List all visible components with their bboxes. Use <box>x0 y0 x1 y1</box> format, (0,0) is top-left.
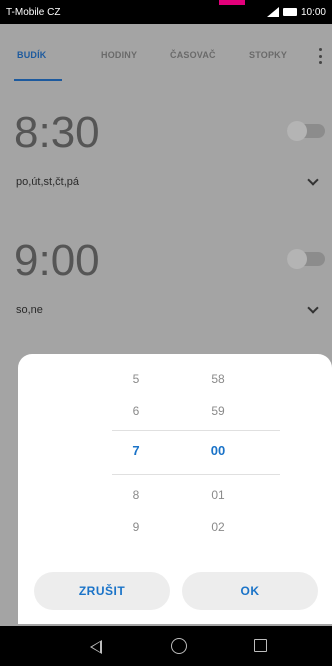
recents-icon[interactable] <box>254 639 267 652</box>
time-picker-sheet: 5 6 7 8 9 58 59 00 01 02 ZRUŠIT OK <box>18 354 332 624</box>
minute-option[interactable]: 01 <box>203 488 233 502</box>
cancel-button[interactable]: ZRUŠIT <box>34 572 170 610</box>
minute-option[interactable]: 02 <box>203 520 233 534</box>
hour-option[interactable]: 5 <box>121 372 151 386</box>
alarm-toggle[interactable] <box>287 121 325 141</box>
tab-budik[interactable]: BUDÍK <box>17 50 47 60</box>
alarm-days: po,út,st,čt,pá <box>16 176 79 188</box>
hour-option[interactable]: 8 <box>121 488 151 502</box>
picker-divider <box>112 430 280 431</box>
selected-hour[interactable]: 7 <box>121 443 151 458</box>
alarm-time[interactable]: 9:00 <box>14 236 100 286</box>
navigation-bar <box>0 626 332 666</box>
status-bar: T-Mobile CZ 10:00 <box>0 0 332 24</box>
minute-option[interactable]: 59 <box>203 404 233 418</box>
tab-casovac[interactable]: ČASOVAČ <box>170 50 216 60</box>
active-tab-indicator <box>14 79 62 81</box>
ok-button[interactable]: OK <box>182 572 318 610</box>
clock: 10:00 <box>300 6 326 18</box>
alarm-toggle[interactable] <box>287 249 325 269</box>
signal-icon <box>265 7 279 17</box>
minute-option[interactable]: 58 <box>203 372 233 386</box>
battery-icon <box>282 8 297 16</box>
picker-divider <box>112 474 280 475</box>
carrier-label: T-Mobile CZ <box>6 6 61 18</box>
home-icon[interactable] <box>171 638 187 654</box>
tab-stopky[interactable]: STOPKY <box>249 50 287 60</box>
back-icon[interactable] <box>90 640 102 654</box>
brand-mark <box>219 0 245 5</box>
hour-option[interactable]: 9 <box>121 520 151 534</box>
tab-bar: BUDÍK HODINY ČASOVAČ STOPKY <box>0 24 332 88</box>
more-options-icon[interactable] <box>318 48 322 64</box>
tab-hodiny[interactable]: HODINY <box>101 50 137 60</box>
hour-option[interactable]: 6 <box>121 404 151 418</box>
alarm-time[interactable]: 8:30 <box>14 108 100 158</box>
selected-minute[interactable]: 00 <box>203 443 233 458</box>
alarm-days: so,ne <box>16 304 43 316</box>
